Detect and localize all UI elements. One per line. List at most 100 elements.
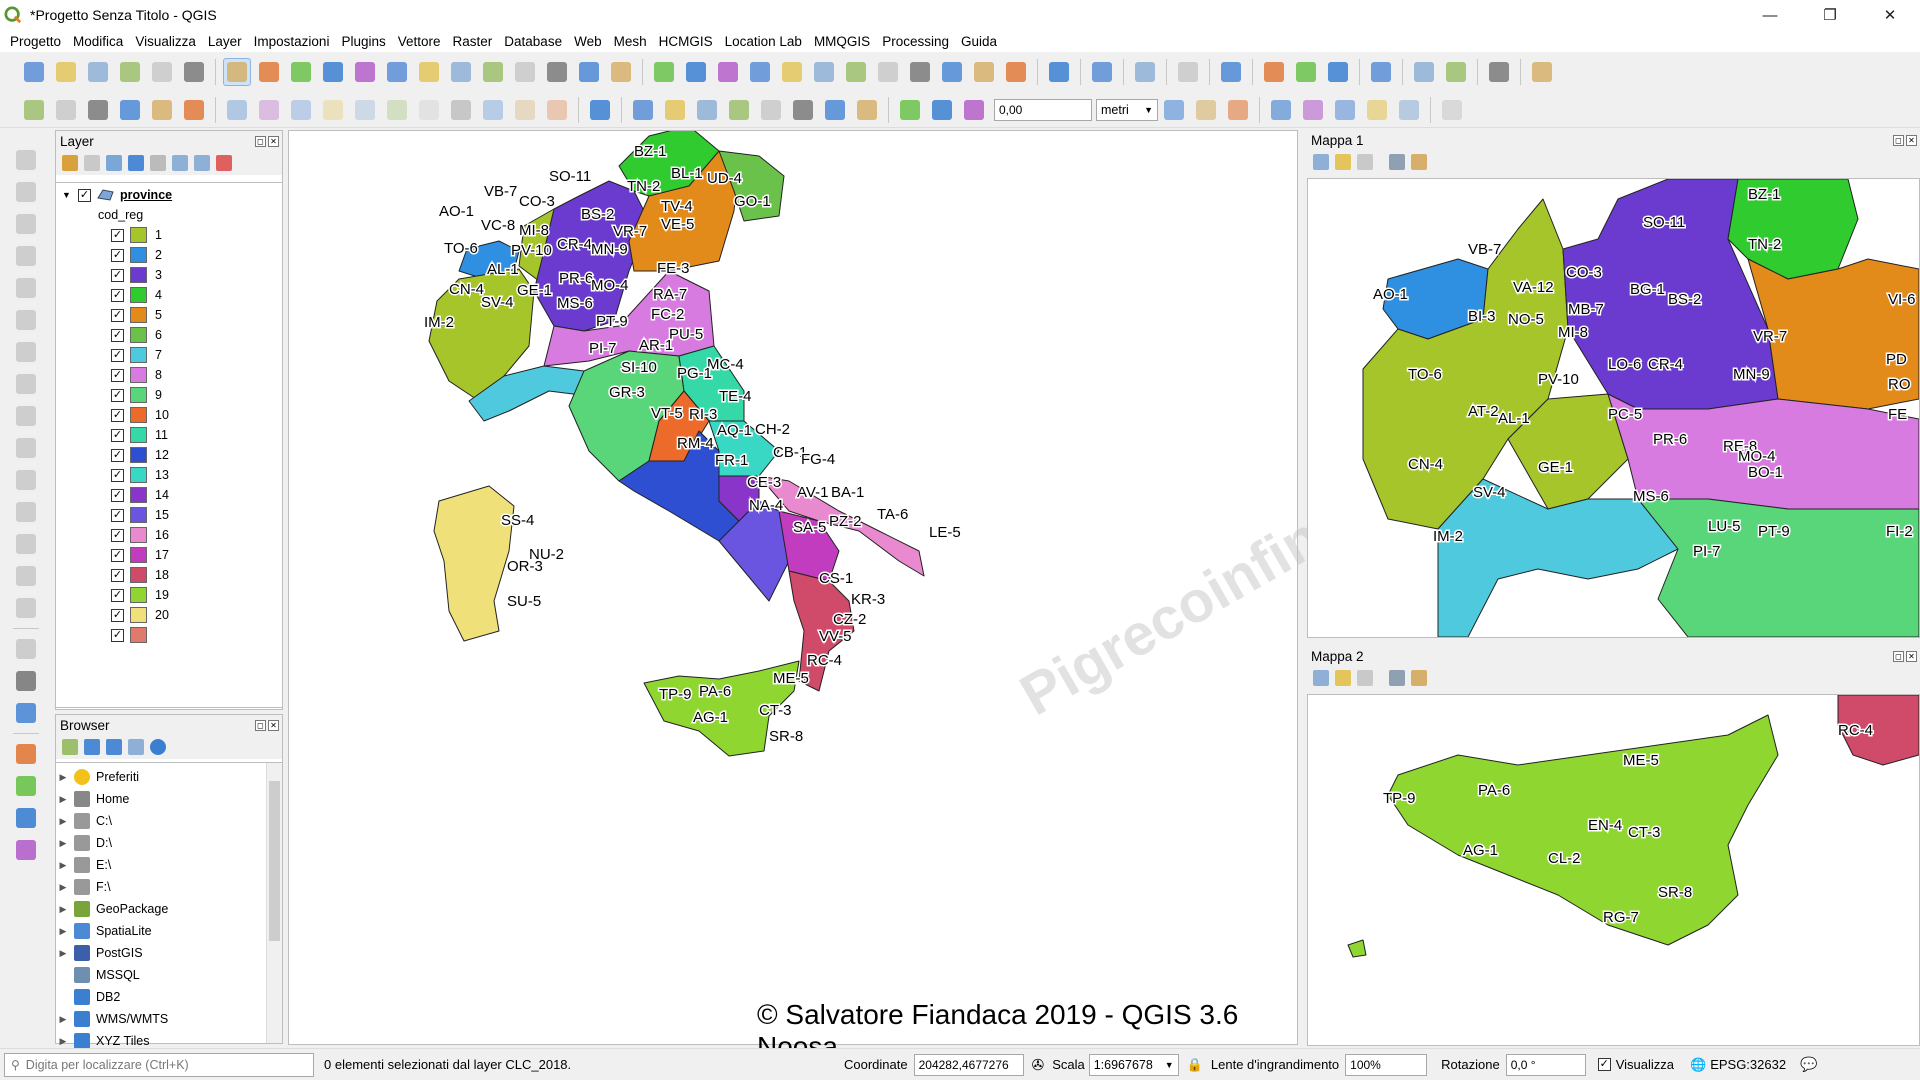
browser-item[interactable]: ▶ SpatiaLite <box>56 920 282 942</box>
snap-config-button[interactable] <box>928 96 956 124</box>
collapse-arrow-icon[interactable]: ▼ <box>62 190 74 200</box>
zoom-selection-button[interactable] <box>383 58 411 86</box>
coordinate-field[interactable]: 204282,4677276 <box>913 1053 1024 1076</box>
zoom-next-button[interactable] <box>511 58 539 86</box>
lock-scale-icon[interactable]: 🔒 <box>1187 1057 1203 1073</box>
menu-hcmgis[interactable]: HCMGIS <box>653 34 719 49</box>
toolbox-button[interactable] <box>874 58 902 86</box>
digitize-b-button[interactable] <box>1292 58 1320 86</box>
legend-class-checkbox[interactable]: ✓ <box>111 548 124 562</box>
digitize-c-button[interactable] <box>1324 58 1352 86</box>
label-g-button[interactable] <box>821 96 849 124</box>
browser-item[interactable]: DB2 <box>56 986 282 1008</box>
expand-arrow-icon[interactable]: ▶ <box>56 948 70 959</box>
expand-arrow-icon[interactable]: ▶ <box>56 926 70 937</box>
legend-class-row[interactable]: ✓ 20 <box>56 605 282 625</box>
italy-provinces-map[interactable]: BZ-1 SO-11 TN-2 BL-1 UD-4 GO-1 VB-7CO-3 BS-2 TV-… <box>289 125 1299 1046</box>
georef-button[interactable] <box>12 668 40 694</box>
topology-button[interactable] <box>1192 96 1220 124</box>
run-action-button[interactable] <box>682 58 710 86</box>
legend-class-checkbox[interactable]: ✓ <box>111 368 124 382</box>
legend-class-row[interactable]: ✓ 9 <box>56 385 282 405</box>
expand-arrow-icon[interactable]: ▶ <box>56 816 70 827</box>
style-manager-button[interactable] <box>180 58 208 86</box>
zoom-out-button[interactable] <box>319 58 347 86</box>
plugin-c-button[interactable] <box>1217 58 1245 86</box>
show-bookmarks-button[interactable] <box>575 58 603 86</box>
plugin-b-button[interactable] <box>1131 58 1159 86</box>
label-f-button[interactable] <box>789 96 817 124</box>
web-plugin-button[interactable] <box>1485 58 1513 86</box>
mappa-2-canvas[interactable]: RC-4 ME-5 TP-9 PA-6 EN-4 AG-1 CT-3 CL-2 SR-8 RG-7 <box>1307 694 1920 1046</box>
zoom-to-selection-icon[interactable] <box>1335 154 1351 170</box>
float-panel-icon[interactable]: ◻ <box>255 719 266 731</box>
view-settings-icon[interactable] <box>1389 154 1405 170</box>
label-a-button[interactable] <box>629 96 657 124</box>
menu-raster[interactable]: Raster <box>447 34 499 49</box>
close-panel-icon[interactable]: ✕ <box>268 135 279 147</box>
collapse-all-icon[interactable] <box>194 155 210 171</box>
browser-item[interactable]: ▶ Preferiti <box>56 766 282 788</box>
open-project-button[interactable] <box>52 58 80 86</box>
zoom-native-button[interactable] <box>447 58 475 86</box>
select-features-button[interactable] <box>714 58 742 86</box>
info-icon[interactable] <box>150 739 166 755</box>
triangle-tool-button[interactable] <box>12 741 40 767</box>
menu-mesh[interactable]: Mesh <box>608 34 653 49</box>
vertex-tool-button[interactable] <box>351 96 379 124</box>
reverse-button[interactable] <box>12 595 40 621</box>
expand-arrow-icon[interactable]: ▶ <box>56 838 70 849</box>
legend-class-checkbox[interactable]: ✓ <box>111 448 124 462</box>
browser-scrollbar[interactable] <box>266 763 282 1043</box>
label-c-button[interactable] <box>693 96 721 124</box>
save-edits-button[interactable] <box>287 96 315 124</box>
view-settings-icon[interactable] <box>1389 670 1405 686</box>
legend-class-row[interactable]: ✓ <box>56 625 282 645</box>
shape-c-button[interactable] <box>1331 96 1359 124</box>
zoom-to-layer-icon[interactable] <box>1357 154 1373 170</box>
legend-class-checkbox[interactable]: ✓ <box>111 248 124 262</box>
toggle-editing-button[interactable] <box>223 96 251 124</box>
delete-button[interactable] <box>383 96 411 124</box>
browser-item[interactable]: ▶ F:\ <box>56 876 282 898</box>
add-feature-button[interactable] <box>319 96 347 124</box>
legend-class-checkbox[interactable]: ✓ <box>111 388 124 402</box>
plugin-d-button[interactable] <box>1367 58 1395 86</box>
close-button[interactable]: ✕ <box>1860 0 1920 30</box>
float-panel-icon[interactable]: ◻ <box>255 135 266 147</box>
legend-class-row[interactable]: ✓ 8 <box>56 365 282 385</box>
browser-item[interactable]: ▶ E:\ <box>56 854 282 876</box>
mappa-1-canvas[interactable]: BZ-1 SO-11 TN-2 VB-7 CO-3 BG-1 VI-6 AO-1 VA-12 MB… <box>1307 178 1920 638</box>
expand-arrow-icon[interactable]: ▶ <box>56 860 70 871</box>
close-panel-icon[interactable]: ✕ <box>1906 134 1917 146</box>
menu-layer[interactable]: Layer <box>202 34 248 49</box>
globe-icon[interactable]: 🌐 <box>1690 1057 1706 1073</box>
mappa-2-map[interactable]: RC-4 ME-5 TP-9 PA-6 EN-4 AG-1 CT-3 CL-2 SR-8 RG-7 <box>1308 694 1920 1045</box>
digitize-line-button[interactable] <box>12 179 40 205</box>
render-checkbox[interactable]: ✓ <box>1597 1058 1611 1071</box>
legend-class-row[interactable]: ✓ 17 <box>56 545 282 565</box>
close-panel-icon[interactable]: ✕ <box>268 719 279 731</box>
sum-button[interactable] <box>906 58 934 86</box>
menu-impostazioni[interactable]: Impostazioni <box>248 34 336 49</box>
expand-arrow-icon[interactable]: ▶ <box>56 794 70 805</box>
style-icon[interactable] <box>62 155 78 171</box>
offset-button[interactable] <box>12 403 40 429</box>
legend-class-checkbox[interactable]: ✓ <box>111 608 124 622</box>
toggle-extents-icon[interactable]: ✇ <box>1032 1056 1045 1074</box>
add-raster-button[interactable] <box>52 96 80 124</box>
redo-button[interactable] <box>543 96 571 124</box>
new-bookmark-button[interactable] <box>543 58 571 86</box>
legend-class-checkbox[interactable]: ✓ <box>111 348 124 362</box>
legend-class-checkbox[interactable]: ✓ <box>111 288 124 302</box>
sync-icon[interactable] <box>1411 154 1427 170</box>
add-ring-button[interactable] <box>12 307 40 333</box>
zoom-full-button[interactable] <box>351 58 379 86</box>
expand-arrow-icon[interactable]: ▶ <box>56 772 70 783</box>
open-attribute-table-button[interactable] <box>810 58 838 86</box>
help-button[interactable] <box>1045 58 1073 86</box>
identify-button[interactable] <box>650 58 678 86</box>
rotation-spinbox[interactable]: 0,0 ° <box>1505 1053 1586 1076</box>
maximize-button[interactable]: ❐ <box>1800 0 1860 30</box>
split-parts-button[interactable] <box>12 467 40 493</box>
